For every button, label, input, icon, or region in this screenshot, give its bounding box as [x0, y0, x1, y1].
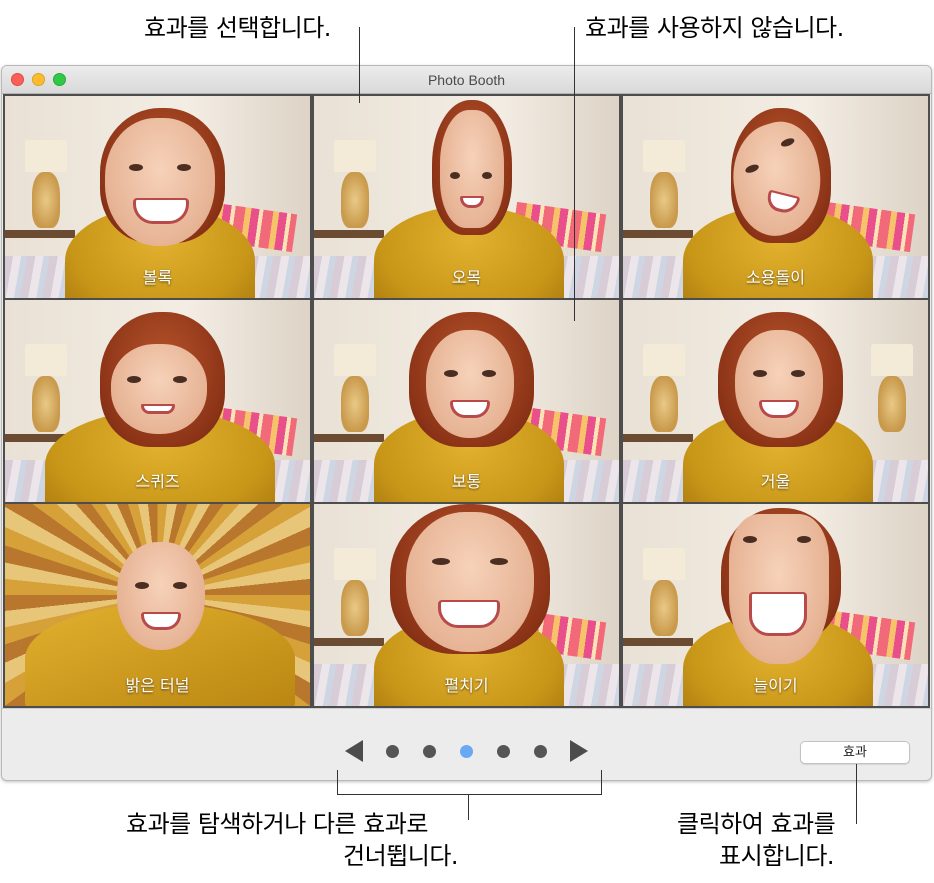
effect-tile-bulge[interactable]: 볼록 [5, 96, 310, 298]
page-dot-1[interactable] [386, 745, 399, 758]
effect-label: 거울 [760, 472, 791, 491]
page-dot-3-active[interactable] [460, 745, 473, 758]
effect-label: 밝은 터널 [125, 676, 190, 695]
callout-select-effect: 효과를 선택합니다. [144, 14, 331, 42]
effect-label: 늘이기 [753, 676, 798, 695]
callout-show-effects-line1: 클릭하여 효과를 [677, 810, 836, 838]
effect-label: 소용돌이 [746, 268, 805, 287]
title-bar[interactable]: Photo Booth [2, 66, 931, 94]
effect-tile-mirror[interactable]: 거울 [623, 300, 928, 502]
effect-tile-normal[interactable]: 보통 [314, 300, 619, 502]
effect-tile-stretch[interactable]: 늘이기 [623, 504, 928, 706]
callout-bracket-browse-right [601, 770, 602, 795]
effects-grid: 볼록 오목 소용돌이 스퀴즈 보통 거울 밝은 터널 펼치기 늘이기 [3, 94, 930, 708]
callout-bracket-browse-bottom [337, 794, 602, 795]
window-title: Photo Booth [427, 72, 506, 88]
callout-line-select [359, 27, 360, 103]
callout-line-browse [468, 794, 469, 820]
page-dot-2[interactable] [423, 745, 436, 758]
page-dot-5[interactable] [534, 745, 547, 758]
effects-button[interactable]: 효과 [800, 741, 910, 764]
right-triangle-icon[interactable] [570, 740, 588, 762]
callout-browse-effects-line2: 건너뜁니다. [343, 842, 459, 870]
effect-label: 펼치기 [444, 676, 489, 695]
effect-label: 스퀴즈 [135, 472, 180, 491]
effect-tile-fisheye[interactable]: 펼치기 [314, 504, 619, 706]
effect-tile-light-tunnel[interactable]: 밝은 터널 [5, 504, 310, 706]
callout-browse-effects-line1: 효과를 탐색하거나 다른 효과로 [126, 810, 428, 838]
left-triangle-icon[interactable] [345, 740, 363, 762]
callout-disable-effect: 효과를 사용하지 않습니다. [585, 14, 844, 42]
callout-line-show [856, 764, 857, 824]
callout-bracket-browse-left [337, 770, 338, 795]
photo-booth-window: Photo Booth 볼록 오목 소용돌이 스퀴즈 보통 거울 밝은 터널 펼… [1, 65, 932, 781]
effect-tile-squeeze[interactable]: 스퀴즈 [5, 300, 310, 502]
callout-line-disable [574, 27, 575, 321]
bottom-toolbar: 효과 [2, 708, 931, 780]
page-dot-4[interactable] [497, 745, 510, 758]
effect-label: 볼록 [142, 268, 173, 287]
effect-tile-twirl[interactable]: 소용돌이 [623, 96, 928, 298]
callout-show-effects-line2: 표시합니다. [719, 842, 835, 870]
effect-label: 보통 [451, 472, 482, 491]
